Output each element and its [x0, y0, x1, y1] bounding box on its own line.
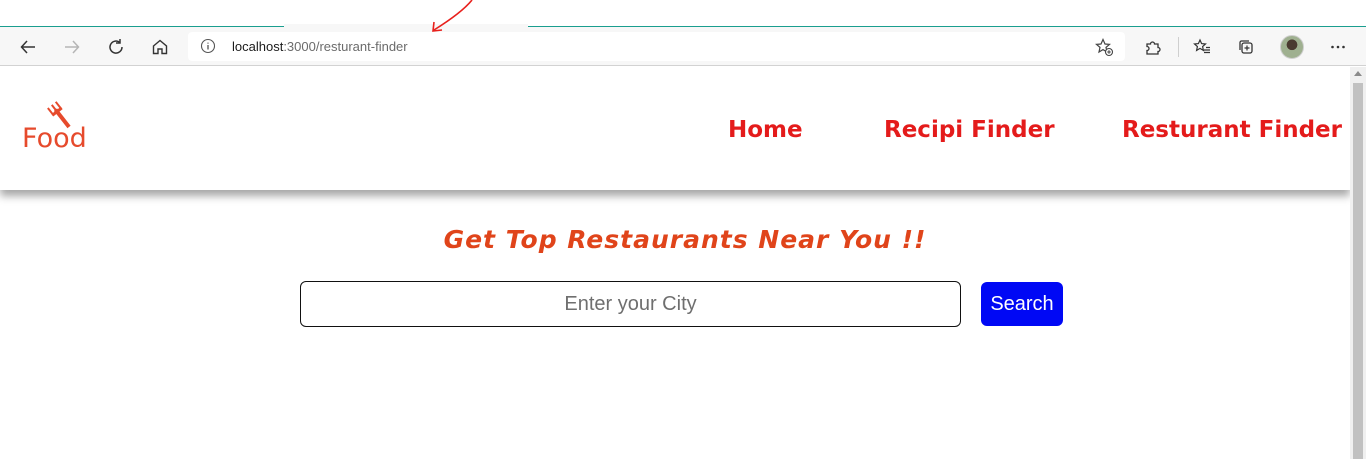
browser-toolbar: localhost:3000/resturant-finder: [0, 27, 1366, 66]
profile-avatar[interactable]: [1280, 35, 1304, 59]
page-title: Get Top Restaurants Near You !!: [443, 225, 927, 254]
puzzle-icon: [1146, 41, 1161, 55]
tab-strip: [0, 0, 1366, 27]
address-url[interactable]: localhost:3000/resturant-finder: [232, 39, 408, 54]
forward-button[interactable]: [60, 35, 84, 59]
search-button[interactable]: Search: [981, 282, 1063, 326]
back-button[interactable]: [16, 35, 40, 59]
refresh-icon: [109, 39, 123, 54]
favorites-button[interactable]: [1190, 35, 1214, 59]
nav-restaurant-finder[interactable]: Resturant Finder: [1122, 117, 1342, 143]
forward-arrow-icon: [65, 40, 80, 54]
annotation-arrow-icon: [432, 0, 473, 32]
collections-icon: [1239, 40, 1253, 54]
address-bar[interactable]: localhost:3000/resturant-finder: [188, 32, 1125, 61]
back-arrow-icon: [20, 40, 35, 54]
city-search-input[interactable]: [300, 281, 961, 327]
scroll-up-arrow-icon[interactable]: [1354, 71, 1362, 76]
home-button[interactable]: [148, 35, 172, 59]
more-icon: [1331, 45, 1345, 49]
collections-button[interactable]: [1234, 35, 1258, 59]
toolbar-separator: [1178, 37, 1179, 57]
nav-home[interactable]: Home: [728, 117, 803, 143]
nav-recipe-finder[interactable]: Recipi Finder: [884, 117, 1055, 143]
info-icon[interactable]: [200, 38, 216, 54]
address-host: localhost: [232, 39, 284, 54]
page-scrollbar[interactable]: [1350, 67, 1366, 459]
home-icon: [152, 39, 168, 55]
scrollbar-thumb[interactable]: [1353, 83, 1363, 459]
refresh-button[interactable]: [104, 35, 128, 59]
address-path: :3000/resturant-finder: [283, 39, 408, 54]
page-viewport: Food Home Recipi Finder Resturant Finder…: [0, 67, 1350, 459]
site-navbar: Food Home Recipi Finder Resturant Finder: [0, 67, 1350, 190]
more-menu-button[interactable]: [1326, 35, 1350, 59]
extensions-button[interactable]: [1141, 35, 1165, 59]
favorites-icon: [1193, 38, 1210, 54]
food-logo[interactable]: Food: [22, 100, 102, 152]
add-favorite-icon[interactable]: [1094, 37, 1114, 57]
logo-text: Food: [22, 123, 87, 152]
